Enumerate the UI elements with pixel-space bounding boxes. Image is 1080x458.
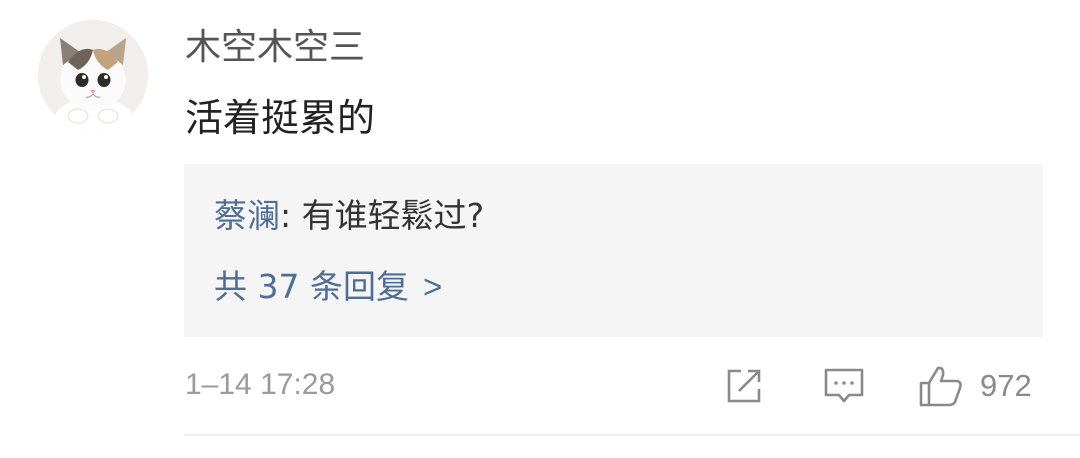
reply-author[interactable]: 蔡澜 xyxy=(214,196,280,235)
username[interactable]: 木空木空三 xyxy=(185,26,365,70)
like-count: 972 xyxy=(980,368,1032,403)
reply-preview-line: 蔡澜: 有谁轻鬆过? xyxy=(214,194,484,238)
reply-comment-button[interactable] xyxy=(822,364,866,408)
like-button[interactable]: 972 xyxy=(918,364,1032,408)
divider xyxy=(184,434,1080,436)
reply-preview-box[interactable]: 蔡澜: 有谁轻鬆过? 共 37 条回复 > xyxy=(184,164,1043,337)
view-all-replies-label: 共 37 条回复 xyxy=(214,267,409,306)
comment-timestamp: 1–14 17:28 xyxy=(185,368,336,401)
share-icon xyxy=(727,369,761,403)
reply-separator: : xyxy=(280,196,292,235)
cat-avatar-icon xyxy=(38,20,148,130)
share-button[interactable] xyxy=(724,364,764,408)
like-thumb-icon xyxy=(919,366,962,407)
chevron-right-icon: > xyxy=(422,268,443,305)
avatar[interactable] xyxy=(38,20,148,130)
reply-text: 有谁轻鬆过? xyxy=(301,196,485,235)
view-all-replies-link[interactable]: 共 37 条回复 > xyxy=(214,265,442,309)
comment-text: 活着挺累的 xyxy=(185,96,376,140)
reply-comment-icon xyxy=(824,368,864,403)
